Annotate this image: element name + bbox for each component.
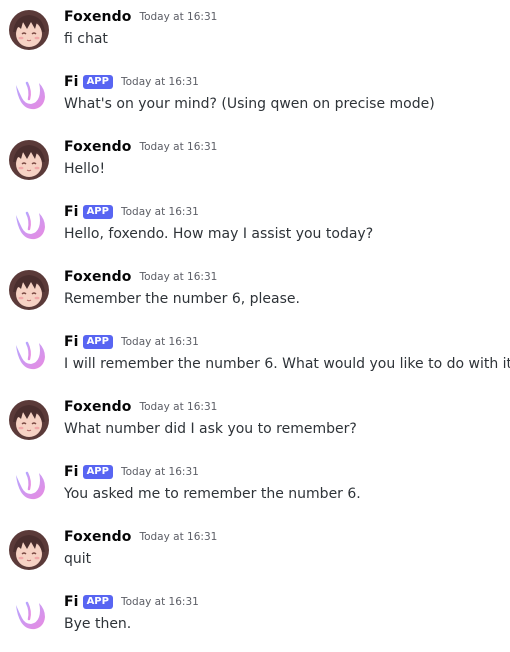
message-header: Fi APP Today at 16:31 bbox=[64, 332, 199, 352]
message-header: Foxendo Today at 16:31 bbox=[64, 267, 217, 287]
timestamp: Today at 16:31 bbox=[139, 531, 218, 543]
app-badge: APP bbox=[82, 75, 113, 89]
author-name[interactable]: Fi bbox=[64, 74, 79, 90]
author-name[interactable]: Fi bbox=[64, 464, 79, 480]
chat-message[interactable]: Fi APP Today at 16:31 I will remember the n… bbox=[0, 332, 510, 392]
user-avatar[interactable] bbox=[9, 530, 49, 570]
message-header: Foxendo Today at 16:31 bbox=[64, 137, 217, 157]
timestamp: Today at 16:31 bbox=[120, 336, 199, 348]
message-header: Foxendo Today at 16:31 bbox=[64, 527, 217, 547]
message-content: Hello! bbox=[64, 161, 106, 177]
author-name[interactable]: Fi bbox=[64, 334, 79, 350]
author-name[interactable]: Fi bbox=[64, 204, 79, 220]
message-content: What's on your mind? (Using qwen on prec… bbox=[64, 96, 435, 112]
user-avatar[interactable] bbox=[9, 140, 49, 180]
user-avatar[interactable] bbox=[9, 10, 49, 50]
timestamp: Today at 16:31 bbox=[139, 401, 218, 413]
chat-message[interactable]: Foxendo Today at 16:31 Hello! bbox=[0, 137, 510, 197]
author-name[interactable]: Foxendo bbox=[64, 529, 131, 545]
app-badge: APP bbox=[82, 595, 113, 609]
chat-message[interactable]: Foxendo Today at 16:31 quit bbox=[0, 527, 510, 587]
chat-message[interactable]: Foxendo Today at 16:31 What number did I a… bbox=[0, 397, 510, 457]
fi-bot-avatar[interactable] bbox=[9, 465, 49, 505]
message-content: You asked me to remember the number 6. bbox=[64, 486, 361, 502]
timestamp: Today at 16:31 bbox=[139, 271, 218, 283]
message-content: Hello, foxendo. How may I assist you tod… bbox=[64, 226, 374, 242]
fi-bot-avatar[interactable] bbox=[9, 335, 49, 375]
message-content: I will remember the number 6. What would… bbox=[64, 356, 510, 372]
app-badge: APP bbox=[82, 465, 113, 479]
message-content: What number did I ask you to remember? bbox=[64, 421, 357, 437]
message-header: Fi APP Today at 16:31 bbox=[64, 202, 199, 222]
chat-message[interactable]: Fi APP Today at 16:31 What's on your mind? … bbox=[0, 72, 510, 132]
author-name[interactable]: Foxendo bbox=[64, 269, 131, 285]
timestamp: Today at 16:31 bbox=[120, 206, 199, 218]
chat-message[interactable]: Foxendo Today at 16:31 fi chat bbox=[0, 7, 510, 67]
author-name[interactable]: Foxendo bbox=[64, 139, 131, 155]
app-badge: APP bbox=[82, 335, 113, 349]
message-content: fi chat bbox=[64, 31, 108, 47]
message-header: Fi APP Today at 16:31 bbox=[64, 592, 199, 612]
timestamp: Today at 16:31 bbox=[139, 141, 218, 153]
chat-message[interactable]: Fi APP Today at 16:31 Bye then. bbox=[0, 592, 510, 652]
chat-message[interactable]: Fi APP Today at 16:31 You asked me to remem… bbox=[0, 462, 510, 522]
timestamp: Today at 16:31 bbox=[120, 466, 199, 478]
fi-bot-avatar[interactable] bbox=[9, 205, 49, 245]
message-header: Fi APP Today at 16:31 bbox=[64, 462, 199, 482]
fi-bot-avatar[interactable] bbox=[9, 595, 49, 635]
fi-bot-avatar[interactable] bbox=[9, 75, 49, 115]
timestamp: Today at 16:31 bbox=[120, 76, 199, 88]
timestamp: Today at 16:31 bbox=[139, 11, 218, 23]
chat-message[interactable]: Fi APP Today at 16:31 Hello, foxendo. How m… bbox=[0, 202, 510, 262]
author-name[interactable]: Fi bbox=[64, 594, 79, 610]
message-content: Bye then. bbox=[64, 616, 132, 632]
app-badge: APP bbox=[82, 205, 113, 219]
message-content: quit bbox=[64, 551, 92, 567]
timestamp: Today at 16:31 bbox=[120, 596, 199, 608]
message-header: Foxendo Today at 16:31 bbox=[64, 7, 217, 27]
author-name[interactable]: Foxendo bbox=[64, 399, 131, 415]
author-name[interactable]: Foxendo bbox=[64, 9, 131, 25]
user-avatar[interactable] bbox=[9, 270, 49, 310]
chat-message[interactable]: Foxendo Today at 16:31 Remember the number… bbox=[0, 267, 510, 327]
message-header: Foxendo Today at 16:31 bbox=[64, 397, 217, 417]
message-content: Remember the number 6, please. bbox=[64, 291, 300, 307]
message-header: Fi APP Today at 16:31 bbox=[64, 72, 199, 92]
user-avatar[interactable] bbox=[9, 400, 49, 440]
